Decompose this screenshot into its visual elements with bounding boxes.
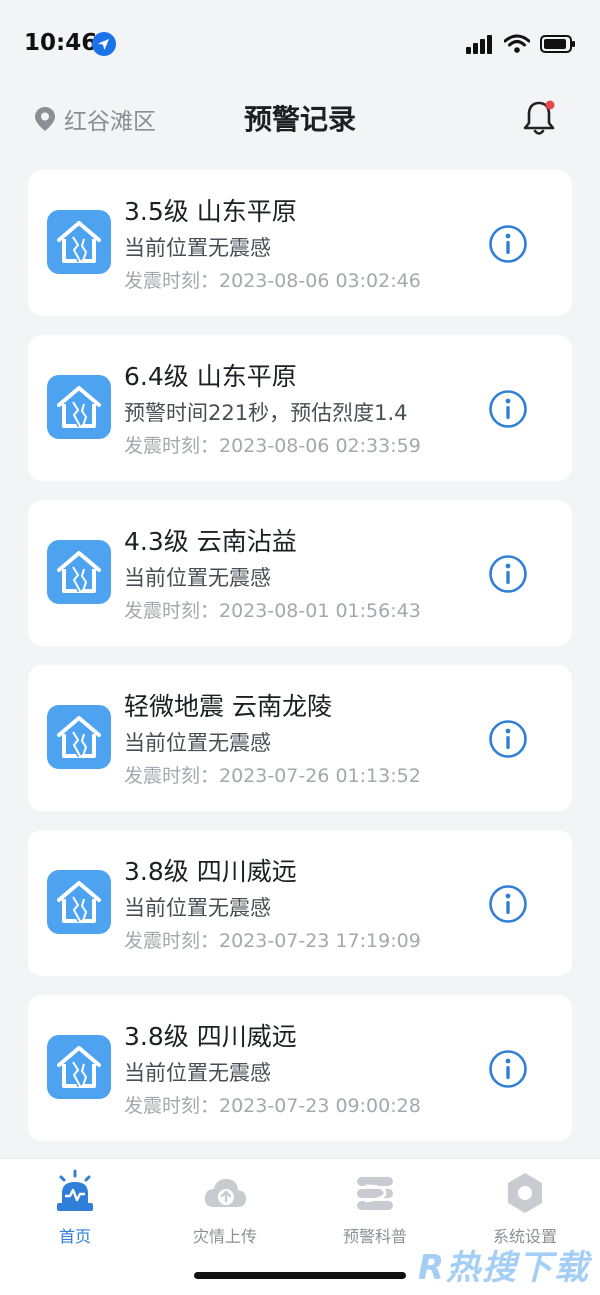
status-time: 10:46 — [24, 30, 98, 56]
record-card[interactable]: 3.8级 四川威远 当前位置无震感 发震时刻：2023-07-23 09:00:… — [28, 995, 572, 1141]
app-header: 红谷滩区 预警记录 — [0, 92, 600, 152]
earthquake-house-icon — [47, 1035, 111, 1099]
earthquake-house-icon — [47, 210, 111, 274]
record-description: 当前位置无震感 — [124, 1061, 271, 1085]
record-title: 3.8级 四川威远 — [124, 857, 297, 886]
earthquake-house-icon — [47, 375, 111, 439]
tab-label: 首页 — [58, 1227, 91, 1246]
tab-label: 灾情上传 — [192, 1227, 257, 1246]
book-icon — [357, 1177, 393, 1210]
record-time: 发震时刻：2023-08-06 03:02:46 — [124, 270, 421, 292]
record-card[interactable]: 4.3级 云南沾益 当前位置无震感 发震时刻：2023-08-01 01:56:… — [28, 500, 572, 646]
record-title: 3.8级 四川威远 — [124, 1022, 297, 1051]
info-icon[interactable] — [488, 224, 528, 264]
alarm-icon — [57, 1169, 93, 1211]
record-card[interactable]: 3.5级 山东平原 当前位置无震感 发震时刻：2023-08-06 03:02:… — [28, 170, 572, 316]
home-indicator[interactable] — [194, 1272, 406, 1279]
tab-system-settings[interactable]: 系统设置 — [460, 1169, 590, 1247]
info-icon[interactable] — [488, 389, 528, 429]
info-icon[interactable] — [488, 1049, 528, 1089]
record-title: 轻微地震 云南龙陵 — [124, 692, 332, 721]
record-card[interactable]: 6.4级 山东平原 预警时间221秒，预估烈度1.4 发震时刻：2023-08-… — [28, 335, 572, 481]
cloud-upload-icon — [204, 1179, 246, 1207]
warning-record-list: 3.5级 山东平原 当前位置无震感 发震时刻：2023-08-06 03:02:… — [28, 170, 572, 1160]
record-description: 当前位置无震感 — [124, 731, 271, 755]
settings-hexagon-icon — [508, 1173, 542, 1213]
tab-disaster-upload[interactable]: 灾情上传 — [160, 1169, 290, 1247]
record-card[interactable]: 轻微地震 云南龙陵 当前位置无震感 发震时刻：2023-07-26 01:13:… — [28, 665, 572, 811]
wifi-icon — [504, 34, 530, 53]
tab-warning-education[interactable]: 预警科普 — [310, 1169, 440, 1247]
watermark: R热搜下载 — [417, 1248, 590, 1288]
record-description: 当前位置无震感 — [124, 236, 271, 260]
record-title: 3.5级 山东平原 — [124, 197, 297, 226]
battery-icon — [540, 35, 575, 53]
record-description: 当前位置无震感 — [124, 896, 271, 920]
earthquake-house-icon — [47, 705, 111, 769]
record-description: 当前位置无震感 — [124, 566, 271, 590]
record-title: 6.4级 山东平原 — [124, 362, 297, 391]
record-time: 发震时刻：2023-07-26 01:13:52 — [124, 765, 421, 787]
earthquake-house-icon — [47, 540, 111, 604]
notification-bell-icon[interactable] — [522, 98, 556, 138]
location-arrow-icon — [92, 32, 116, 56]
signal-icon — [466, 35, 492, 54]
page-title: 预警记录 — [243, 103, 356, 136]
record-time: 发震时刻：2023-07-23 17:19:09 — [124, 930, 421, 952]
info-icon[interactable] — [488, 884, 528, 924]
record-time: 发震时刻：2023-07-23 09:00:28 — [124, 1095, 421, 1117]
tab-home[interactable]: 首页 — [10, 1169, 140, 1247]
record-title: 4.3级 云南沾益 — [124, 527, 297, 556]
record-time: 发震时刻：2023-08-06 02:33:59 — [124, 435, 421, 457]
info-icon[interactable] — [488, 719, 528, 759]
earthquake-house-icon — [47, 870, 111, 934]
status-bar: 10:46 — [0, 0, 600, 92]
record-card[interactable]: 3.8级 四川威远 当前位置无震感 发震时刻：2023-07-23 17:19:… — [28, 830, 572, 976]
info-icon[interactable] — [488, 554, 528, 594]
record-time: 发震时刻：2023-08-01 01:56:43 — [124, 600, 421, 622]
record-description: 预警时间221秒，预估烈度1.4 — [124, 401, 408, 425]
